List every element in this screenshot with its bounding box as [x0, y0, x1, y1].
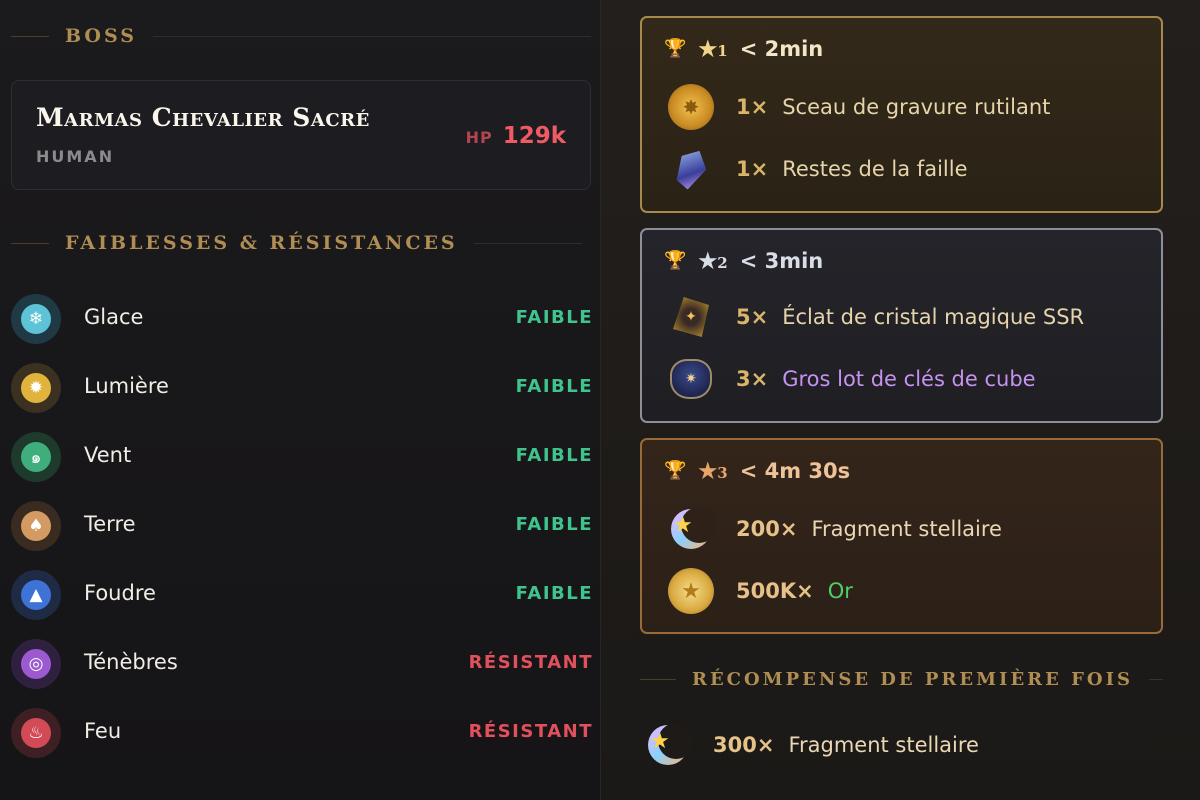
reward-qty: 500K×	[736, 579, 814, 603]
tier-stars: ★3	[698, 458, 728, 483]
gold-coin-icon: ★	[668, 568, 714, 614]
elements-section-header: FAIBLESSES & RÉSISTANCES	[11, 232, 591, 254]
reward-name: Éclat de cristal magique SSR	[782, 305, 1085, 329]
reward-qty: 3×	[736, 367, 769, 391]
trophy-icon: 🏆	[664, 250, 687, 271]
tier-time: < 3min	[739, 248, 824, 273]
snowflake-icon: ❄	[11, 294, 61, 344]
crystal-shard-icon	[668, 146, 714, 192]
boss-section-header: BOSS	[11, 25, 591, 47]
reward-item: ✷ 3× Gros lot de clés de cube	[668, 356, 1036, 402]
element-row-lumiere: ✹ Lumière FAIBLE	[11, 361, 593, 415]
section-title: BOSS	[65, 25, 137, 47]
element-status: RÉSISTANT	[468, 721, 593, 742]
reward-item: 1× Restes de la faille	[668, 146, 968, 192]
boss-hp: HP 129k	[466, 123, 566, 149]
reward-item: ★ 200× Fragment stellaire	[668, 506, 1002, 552]
tier-stars: ★2	[698, 248, 728, 273]
boss-card: Marmas Chevalier Sacré HUMAN HP 129k	[11, 80, 591, 190]
element-status: FAIBLE	[515, 514, 593, 535]
tier-time: < 4m 30s	[739, 458, 851, 483]
element-name: Foudre	[84, 581, 156, 605]
element-name: Ténèbres	[84, 650, 178, 674]
element-row-glace: ❄ Glace FAIBLE	[11, 292, 593, 346]
first-time-reward-header: RÉCOMPENSE DE PREMIÈRE FOIS	[640, 669, 1163, 690]
element-row-foudre: ▲ Foudre FAIBLE	[11, 568, 593, 622]
element-status: FAIBLE	[515, 583, 593, 604]
wind-icon: ๑	[11, 432, 61, 482]
reward-name: Restes de la faille	[782, 157, 968, 181]
earth-icon: ♠	[11, 501, 61, 551]
key-bag-icon: ✷	[668, 356, 714, 402]
hp-label: HP	[465, 128, 493, 147]
magic-crystal-icon: ✦	[668, 294, 714, 340]
reward-qty: 1×	[736, 157, 769, 181]
reward-qty: 1×	[736, 95, 769, 119]
boss-panel: BOSS Marmas Chevalier Sacré HUMAN HP 129…	[0, 0, 600, 800]
reward-item: ✸ 1× Sceau de gravure rutilant	[668, 84, 1050, 130]
star-moon-icon: ★	[645, 722, 694, 768]
reward-qty: 300×	[713, 733, 775, 757]
reward-item: ✦ 5× Éclat de cristal magique SSR	[668, 294, 1084, 340]
trophy-icon: 🏆	[664, 460, 687, 481]
element-row-vent: ๑ Vent FAIBLE	[11, 430, 593, 484]
reward-tier-2: 🏆 ★2 < 3min ✦ 5× Éclat de cristal magiqu…	[640, 228, 1163, 423]
star-moon-icon: ★	[668, 506, 717, 552]
section-title: FAIBLESSES & RÉSISTANCES	[65, 232, 458, 254]
tier-stars: ★1	[698, 36, 728, 61]
tier-header: 🏆 ★1 < 2min	[664, 36, 823, 61]
element-name: Lumière	[84, 374, 169, 398]
reward-qty: 5×	[736, 305, 769, 329]
reward-tier-3: 🏆 ★3 < 4m 30s ★ 200× Fragment stellaire …	[640, 438, 1163, 634]
element-name: Glace	[84, 305, 144, 329]
element-name: Vent	[84, 443, 132, 467]
boss-type: HUMAN	[36, 147, 115, 166]
boss-name: Marmas Chevalier Sacré	[36, 103, 370, 132]
element-status: FAIBLE	[515, 307, 593, 328]
element-status: FAIBLE	[515, 445, 593, 466]
reward-qty: 200×	[736, 517, 798, 541]
darkness-icon: ◎	[11, 639, 61, 689]
element-name: Terre	[84, 512, 136, 536]
reward-name: Fragment stellaire	[811, 517, 1002, 541]
lightning-icon: ▲	[11, 570, 61, 620]
reward-item: ★ 500K× Or	[668, 568, 853, 614]
reward-name: Or	[827, 579, 853, 603]
reward-name: Gros lot de clés de cube	[782, 367, 1036, 391]
tier-time: < 2min	[739, 36, 824, 61]
reward-name: Fragment stellaire	[788, 733, 979, 757]
element-status: FAIBLE	[515, 376, 593, 397]
element-row-feu: ♨ Feu RÉSISTANT	[11, 706, 593, 760]
tier-header: 🏆 ★2 < 3min	[664, 248, 823, 273]
hp-value: 129k	[502, 123, 566, 149]
element-row-tenebres: ◎ Ténèbres RÉSISTANT	[11, 637, 593, 691]
tier-header: 🏆 ★3 < 4m 30s	[664, 458, 850, 483]
element-name: Feu	[84, 719, 122, 743]
gold-seal-icon: ✸	[668, 84, 714, 130]
section-title: RÉCOMPENSE DE PREMIÈRE FOIS	[692, 669, 1133, 690]
element-row-terre: ♠ Terre FAIBLE	[11, 499, 593, 553]
reward-name: Sceau de gravure rutilant	[782, 95, 1051, 119]
fire-icon: ♨	[11, 708, 61, 758]
reward-tier-1: 🏆 ★1 < 2min ✸ 1× Sceau de gravure rutila…	[640, 16, 1163, 213]
first-time-reward-item: ★ 300× Fragment stellaire	[645, 722, 979, 768]
element-status: RÉSISTANT	[468, 652, 593, 673]
sun-icon: ✹	[11, 363, 61, 413]
trophy-icon: 🏆	[664, 38, 687, 59]
